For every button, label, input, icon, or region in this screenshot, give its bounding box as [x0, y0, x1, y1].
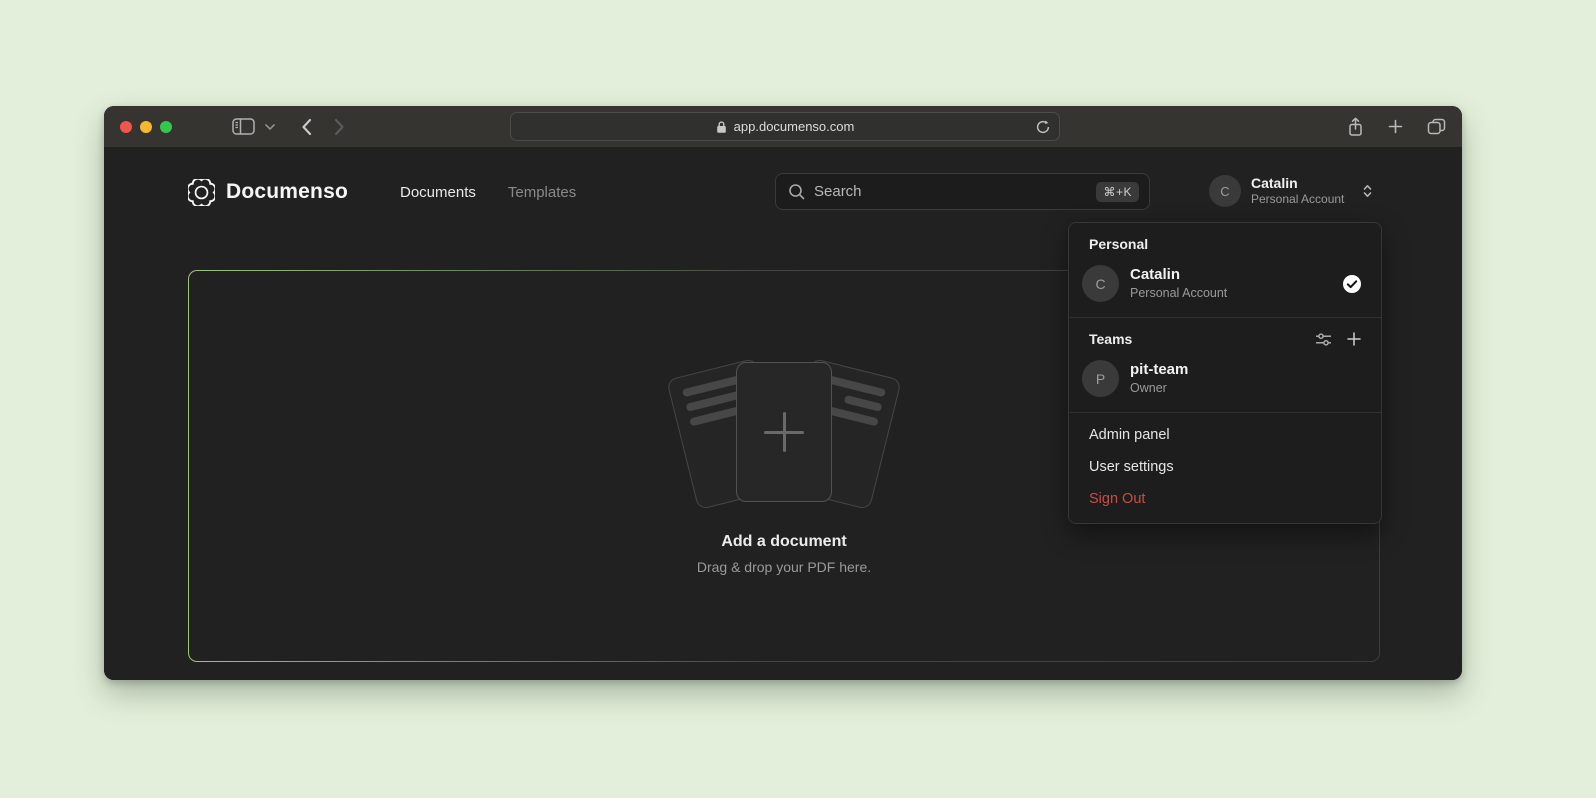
- browser-chrome: app.documenso.com: [104, 106, 1462, 147]
- add-document-plus-icon: [764, 412, 804, 452]
- menu-items: Admin panel User settings Sign Out: [1069, 413, 1381, 515]
- menu-item-sign-out[interactable]: Sign Out: [1069, 483, 1381, 515]
- zoom-button[interactable]: [160, 121, 172, 133]
- personal-account-name: Catalin: [1130, 266, 1332, 284]
- personal-account-subtitle: Personal Account: [1130, 285, 1332, 301]
- brand-name: Documenso: [226, 180, 348, 204]
- document-cards-illustration: [679, 357, 889, 509]
- minimize-button[interactable]: [140, 121, 152, 133]
- menu-item-admin-panel[interactable]: Admin panel: [1069, 419, 1381, 451]
- search-shortcut-badge: ⌘+K: [1096, 182, 1139, 202]
- search-placeholder: Search: [814, 183, 1087, 200]
- search-input[interactable]: Search ⌘+K: [775, 173, 1150, 210]
- document-card-center: [736, 362, 832, 502]
- window-controls: [120, 121, 172, 133]
- avatar: C: [1082, 265, 1119, 302]
- personal-account-item[interactable]: C Catalin Personal Account: [1069, 261, 1381, 317]
- close-button[interactable]: [120, 121, 132, 133]
- back-button[interactable]: [301, 118, 312, 136]
- account-dropdown-menu: Personal C Catalin Personal Account Team…: [1068, 222, 1382, 524]
- add-team-icon[interactable]: [1347, 332, 1361, 346]
- nav-templates[interactable]: Templates: [508, 184, 576, 201]
- forward-button[interactable]: [334, 118, 345, 136]
- documenso-seal-icon: [188, 179, 215, 206]
- manage-teams-icon[interactable]: [1315, 332, 1332, 347]
- search-icon: [788, 183, 805, 200]
- sidebar-chevron-down-icon[interactable]: [265, 124, 275, 130]
- share-icon[interactable]: [1347, 117, 1364, 137]
- dropzone-subtitle: Drag & drop your PDF here.: [697, 559, 871, 575]
- tab-overview-icon[interactable]: [1427, 118, 1446, 135]
- lock-icon: [716, 120, 727, 134]
- account-menu-trigger[interactable]: C Catalin Personal Account: [1209, 171, 1373, 211]
- menu-item-user-settings[interactable]: User settings: [1069, 451, 1381, 483]
- avatar: C: [1209, 175, 1241, 207]
- refresh-icon[interactable]: [1036, 120, 1050, 134]
- url-text: app.documenso.com: [734, 119, 855, 134]
- account-name: Catalin: [1251, 175, 1344, 192]
- brand-logo[interactable]: Documenso: [188, 174, 348, 210]
- team-name: pit-team: [1130, 361, 1361, 379]
- avatar: P: [1082, 360, 1119, 397]
- teams-section-label: Teams: [1069, 318, 1381, 356]
- personal-section-label: Personal: [1069, 223, 1381, 261]
- team-item[interactable]: P pit-team Owner: [1069, 356, 1381, 412]
- main-nav: Documents Templates: [400, 174, 576, 210]
- sidebar-toggle-icon[interactable]: [232, 118, 255, 135]
- nav-documents[interactable]: Documents: [400, 184, 476, 201]
- address-bar[interactable]: app.documenso.com: [510, 112, 1060, 141]
- chevron-up-down-icon: [1362, 182, 1373, 200]
- selected-check-icon: [1343, 275, 1361, 293]
- team-role: Owner: [1130, 380, 1361, 396]
- app-content: Documenso Documents Templates Search ⌘+K…: [104, 147, 1462, 680]
- account-subtitle: Personal Account: [1251, 192, 1344, 207]
- browser-window: app.documenso.com: [104, 106, 1462, 680]
- new-tab-icon[interactable]: [1388, 119, 1403, 134]
- dropzone-title: Add a document: [721, 533, 846, 551]
